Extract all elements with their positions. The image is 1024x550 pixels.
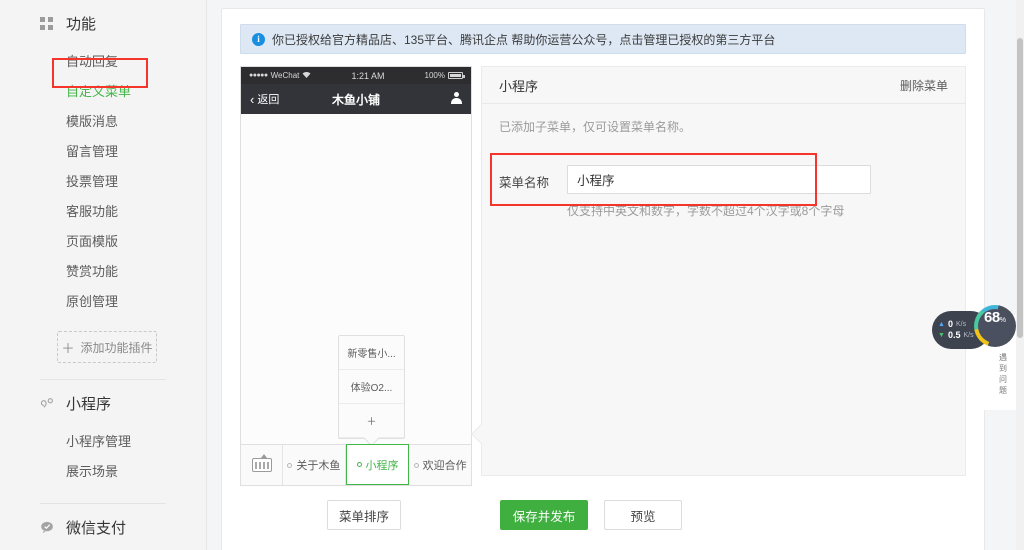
arrow-up-icon: ▲: [938, 321, 945, 328]
app-root: 功能 自动回复 自定义菜单 模版消息 留言管理 投票管理 客服功能 页面模版 赞…: [0, 0, 1024, 550]
add-plugin-button[interactable]: ＋ 添加功能插件: [57, 331, 157, 363]
keyboard-toggle-button[interactable]: [241, 445, 283, 485]
phone-back-label: 返回: [257, 94, 280, 106]
feedback-char-3: 题: [999, 386, 1007, 395]
phone-statusbar: ●●●●● WeChat 1:21 AM 100%: [241, 67, 471, 84]
miniprogram-icon: [40, 396, 66, 411]
add-plugin-label: 添加功能插件: [80, 340, 153, 355]
sidebar-group-header-features[interactable]: 功能: [0, 0, 206, 47]
feedback-tab[interactable]: 遇 到 问 题: [995, 352, 1011, 396]
menu-name-row: 菜单名称 仅支持中英文和数字，字数不超过4个汉字或8个字母: [490, 153, 948, 233]
sidebar-group-title: 微信支付: [66, 520, 127, 537]
menu-name-help-text: 仅支持中英文和数字，字数不超过4个汉字或8个字母: [567, 204, 845, 218]
sidebar-item-page-template[interactable]: 页面模版: [0, 227, 206, 257]
keyboard-icon: [251, 454, 272, 472]
phone-menu-tabbar: 关于木鱼 小程序 欢迎合作: [241, 444, 472, 485]
sidebar-item-display-scene[interactable]: 展示场景: [0, 457, 206, 487]
submenu-item-1[interactable]: 体验O2...: [339, 370, 404, 404]
menu-name-label: 菜单名称: [499, 176, 550, 190]
config-panel-notch: [471, 424, 491, 444]
phone-clock: 1:21 AM: [351, 70, 385, 81]
authorization-notice[interactable]: i 你已授权给官方精品店、135平台、腾讯企点 帮助你运营公众号，点击管理已授权…: [240, 24, 966, 54]
sidebar-item-vote-management[interactable]: 投票管理: [0, 167, 206, 197]
sidebar-item-customer-service[interactable]: 客服功能: [0, 197, 206, 227]
phone-preview: ●●●●● WeChat 1:21 AM 100% ‹ 返回 木鱼小铺 新零售小…: [240, 66, 472, 486]
config-header: 小程序 删除菜单: [482, 67, 965, 104]
upload-speed-unit: K/s: [955, 321, 967, 328]
content-panel: i 你已授权给官方精品店、135平台、腾讯企点 帮助你运营公众号，点击管理已授权…: [221, 8, 985, 550]
grid-icon: [40, 17, 66, 30]
phone-menu-tab-cooperation[interactable]: 欢迎合作: [409, 445, 472, 485]
upload-speed-value: 0: [947, 319, 953, 329]
phone-navbar: ‹ 返回 木鱼小铺: [241, 84, 471, 114]
battery-icon: [448, 72, 465, 79]
memory-usage-percent: 68: [984, 309, 1000, 326]
scrollbar-thumb[interactable]: [1017, 38, 1023, 338]
chevron-left-icon: ‹: [250, 91, 255, 107]
feedback-char-1: 到: [999, 364, 1007, 373]
sidebar-item-custom-menu[interactable]: 自定义菜单: [0, 77, 206, 107]
phone-menu-tab-about[interactable]: 关于木鱼: [283, 445, 346, 485]
sidebar-group-wechat-pay: 微信支付: [0, 504, 206, 550]
authorization-notice-text: 你已授权给官方精品店、135平台、腾讯企点 帮助你运营公众号，点击管理已授权的第…: [272, 32, 776, 47]
battery-percent-label: 100%: [424, 71, 445, 80]
network-speed-widget[interactable]: ▲ 0 K/s ▼ 0.5 K/s 68 % 遇 到 问 题: [928, 300, 1024, 410]
sidebar: 功能 自动回复 自定义菜单 模版消息 留言管理 投票管理 客服功能 页面模版 赞…: [0, 0, 207, 550]
sidebar-group-header-miniprogram[interactable]: 小程序: [0, 380, 206, 427]
phone-menu-tab-label: 小程序: [365, 459, 399, 472]
preview-button[interactable]: 预览: [604, 500, 682, 530]
sidebar-group-miniprogram: 小程序 小程序管理 展示场景: [0, 380, 206, 504]
signal-dots-icon: ●●●●●: [249, 72, 268, 79]
editor-footer: 菜单排序 保存并发布 预览: [240, 500, 966, 540]
download-speed-value: 0.5: [947, 330, 961, 340]
wechat-pay-icon: [40, 520, 66, 535]
sidebar-item-auto-reply[interactable]: 自动回复: [0, 47, 206, 77]
bullet-icon: [356, 462, 362, 467]
menu-editor-workarea: ●●●●● WeChat 1:21 AM 100% ‹ 返回 木鱼小铺 新零售小…: [240, 66, 966, 550]
bullet-icon: [413, 462, 419, 468]
person-icon[interactable]: [451, 91, 462, 107]
phone-menu-tab-label: 关于木鱼: [296, 460, 341, 472]
phone-menu-tab-label: 欢迎合作: [422, 460, 467, 472]
sidebar-item-original-management[interactable]: 原创管理: [0, 287, 206, 317]
plus-icon: ＋: [61, 340, 75, 356]
submenu-popup: 新零售小... 体验O2... ＋: [338, 335, 405, 447]
config-hint: 已添加子菜单，仅可设置菜单名称。: [499, 120, 692, 134]
sidebar-item-reward[interactable]: 赞赏功能: [0, 257, 206, 287]
delete-menu-button[interactable]: 删除菜单: [900, 77, 948, 94]
sidebar-item-miniprogram-management[interactable]: 小程序管理: [0, 427, 206, 457]
memory-usage-ring[interactable]: 68 %: [974, 305, 1016, 347]
percent-sign: %: [999, 317, 1006, 324]
bullet-icon: [287, 462, 293, 468]
feedback-char-0: 遇: [999, 353, 1007, 362]
download-speed-unit: K/s: [963, 332, 974, 339]
wifi-icon: [302, 71, 311, 80]
carrier-label: WeChat: [270, 71, 300, 80]
phone-chat-body: 新零售小... 体验O2... ＋: [241, 114, 471, 447]
sort-menu-button[interactable]: 菜单排序: [327, 500, 401, 530]
sidebar-item-wechat-pay[interactable]: 微信支付: [0, 504, 206, 550]
feedback-char-2: 问: [999, 375, 1007, 384]
sidebar-group-title: 小程序: [66, 396, 112, 413]
arrow-down-icon: ▼: [938, 332, 945, 339]
sidebar-group-title: 功能: [66, 16, 97, 33]
sidebar-group-features: 功能 自动回复 自定义菜单 模版消息 留言管理 投票管理 客服功能 页面模版 赞…: [0, 0, 206, 380]
sidebar-item-template-message[interactable]: 模版消息: [0, 107, 206, 137]
config-title: 小程序: [499, 78, 539, 94]
sidebar-item-comment-management[interactable]: 留言管理: [0, 137, 206, 167]
menu-config-panel: 小程序 删除菜单 已添加子菜单，仅可设置菜单名称。 菜单名称 仅支持中英文和数字…: [471, 66, 966, 476]
submenu-item-0[interactable]: 新零售小...: [339, 336, 404, 370]
menu-name-input[interactable]: [567, 165, 871, 194]
page-scrollbar[interactable]: [1016, 0, 1024, 550]
phone-menu-tab-miniprogram[interactable]: 小程序: [345, 444, 410, 485]
save-and-publish-button[interactable]: 保存并发布: [500, 500, 588, 530]
info-icon: i: [252, 32, 265, 46]
main-area: i 你已授权给官方精品店、135平台、腾讯企点 帮助你运营公众号，点击管理已授权…: [207, 0, 1024, 550]
phone-back-button[interactable]: ‹ 返回: [250, 91, 279, 107]
